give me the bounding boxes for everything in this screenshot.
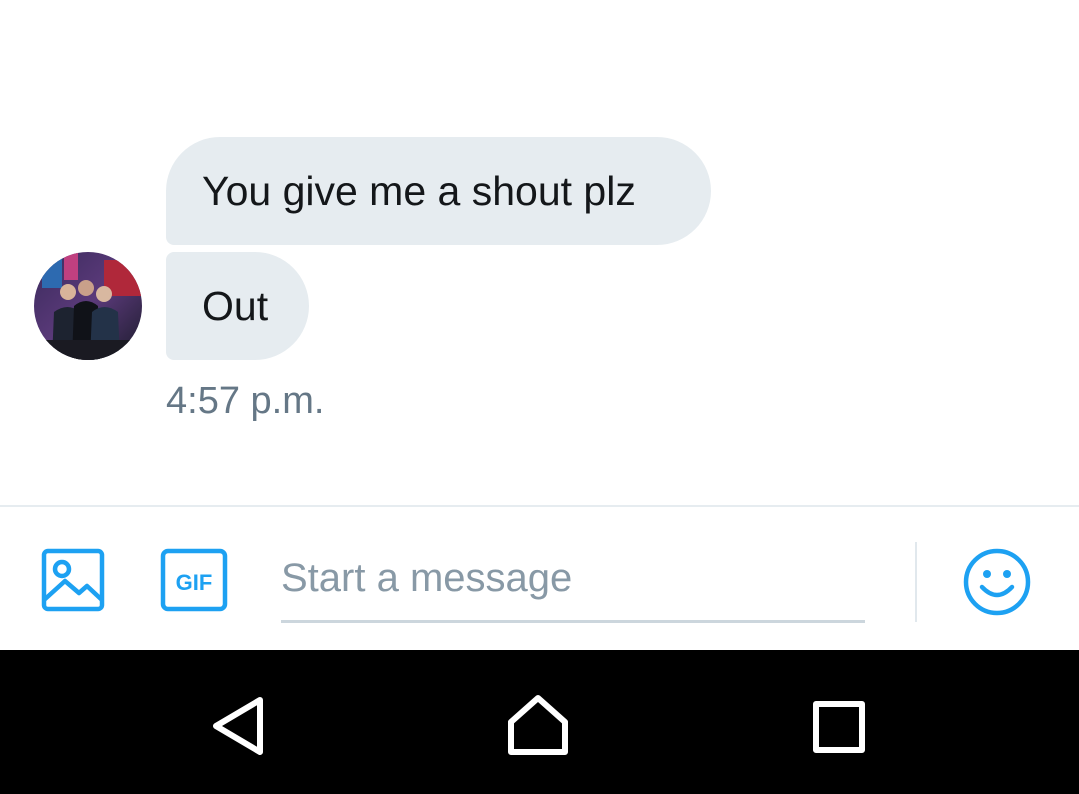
image-icon[interactable] xyxy=(41,548,105,612)
message-bubble[interactable]: Out xyxy=(166,252,309,360)
avatar[interactable] xyxy=(34,252,142,360)
dm-conversation-screen: You give me a shout plz Out 4:57 p.m. GI… xyxy=(0,0,1079,794)
home-icon[interactable] xyxy=(506,694,570,756)
recents-square-icon[interactable] xyxy=(812,700,866,754)
smiley-icon[interactable] xyxy=(962,547,1032,617)
message-timestamp: 4:57 p.m. xyxy=(166,380,325,422)
message-text: You give me a shout plz xyxy=(202,167,636,214)
gif-label: GIF xyxy=(176,570,213,595)
message-input[interactable] xyxy=(281,537,865,623)
avatar-photo xyxy=(34,252,142,360)
system-navigation-bar xyxy=(0,650,1079,794)
back-triangle-icon[interactable] xyxy=(208,694,268,758)
composer-divider xyxy=(915,542,917,622)
message-bubble[interactable]: You give me a shout plz xyxy=(166,137,711,245)
gif-icon[interactable]: GIF xyxy=(160,548,228,612)
message-thread: You give me a shout plz Out 4:57 p.m. xyxy=(0,0,1079,505)
message-composer: GIF xyxy=(0,505,1079,650)
message-text: Out xyxy=(202,282,269,329)
